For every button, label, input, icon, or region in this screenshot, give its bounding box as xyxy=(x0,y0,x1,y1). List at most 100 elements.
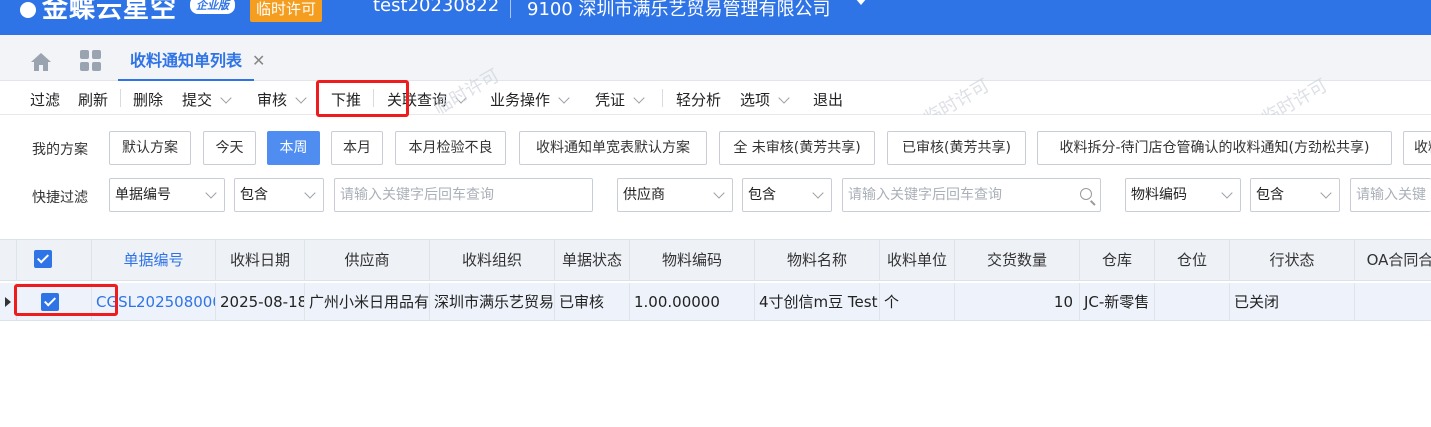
scheme-this-week[interactable]: 本周 xyxy=(267,131,320,165)
chevron-down-icon xyxy=(1320,187,1332,199)
cell-warehouse: JC-新零售 xyxy=(1080,283,1155,320)
select-all-checkbox[interactable] xyxy=(34,250,52,268)
logo-icon xyxy=(20,1,36,18)
column-header-warehouse[interactable]: 仓库 xyxy=(1080,240,1155,280)
cell-location xyxy=(1155,283,1230,320)
org-selector[interactable]: 9100 深圳市满乐艺贸易管理有限公司 xyxy=(527,0,831,21)
grid-header: 单据编号 收料日期 供应商 收料组织 单据状态 物料编码 物料名称 收料单位 交… xyxy=(0,239,1431,281)
cell-material-name: 4寸创信m豆 Test xyxy=(755,283,880,320)
scheme-label: 我的方案 xyxy=(32,142,88,158)
cell-date: 2025-08-18 xyxy=(216,283,305,320)
row-checkbox-highlight xyxy=(14,284,118,316)
scheme-month-inspection-bad[interactable]: 本月检验不良 xyxy=(395,131,506,165)
audit-menu[interactable]: 审核 xyxy=(257,89,307,110)
chevron-down-icon xyxy=(713,187,725,199)
quick-field-select-2[interactable]: 供应商 xyxy=(617,178,733,212)
scheme-audited-shared[interactable]: 已审核(黄芳共享) xyxy=(887,131,1026,165)
select-value: 包含 xyxy=(748,187,776,203)
home-icon[interactable] xyxy=(30,52,52,72)
column-header-location[interactable]: 仓位 xyxy=(1155,240,1230,280)
cell-supplier: 广州小米日用品有 xyxy=(305,283,430,320)
chevron-down-icon xyxy=(220,92,232,104)
select-value: 包含 xyxy=(1256,187,1284,203)
options-menu[interactable]: 选项 xyxy=(740,89,790,110)
select-value: 物料编码 xyxy=(1131,187,1187,203)
business-ops-label: 业务操作 xyxy=(490,91,551,109)
business-ops-menu[interactable]: 业务操作 xyxy=(490,89,570,110)
tab-receipt-notice-list[interactable]: 收料通知单列表 xyxy=(118,47,255,81)
user-name[interactable]: test20230822 xyxy=(373,0,499,16)
exit-button[interactable]: 退出 xyxy=(813,89,843,110)
quick-field-select-3[interactable]: 物料编码 xyxy=(1125,178,1241,212)
license-badge[interactable]: 临时许可 xyxy=(250,0,323,22)
select-all-cell xyxy=(17,240,92,280)
quick-op-select-1[interactable]: 包含 xyxy=(234,178,324,212)
tab-bar: 收料通知单列表 ✕ xyxy=(0,35,1431,81)
header-divider xyxy=(510,0,511,18)
chevron-down-icon xyxy=(295,92,307,104)
column-header-org[interactable]: 收料组织 xyxy=(430,240,555,280)
quick-op-select-2[interactable]: 包含 xyxy=(742,178,832,212)
table-row[interactable]: CGSL202508000 2025-08-18 广州小米日用品有 深圳市满乐艺… xyxy=(0,283,1431,321)
scheme-wide-table-default[interactable]: 收料通知单宽表默认方案 xyxy=(519,131,707,165)
scheme-default[interactable]: 默认方案 xyxy=(109,131,191,165)
data-grid: 单据编号 收料日期 供应商 收料组织 单据状态 物料编码 物料名称 收料单位 交… xyxy=(0,233,1431,427)
cell-material-code: 1.00.00000 xyxy=(630,283,755,320)
voucher-label: 凭证 xyxy=(595,91,626,109)
column-header-status[interactable]: 单据状态 xyxy=(555,240,630,280)
chevron-down-icon xyxy=(1221,187,1233,199)
column-header-qty[interactable]: 交货数量 xyxy=(955,240,1080,280)
quick-keyword-input-1[interactable]: 请输入关键字后回车查询 xyxy=(334,178,593,212)
input-placeholder: 请输入关键字后回车查询 xyxy=(848,187,1002,203)
column-header-oa-contract[interactable]: OA合同合 xyxy=(1355,240,1431,280)
column-header-row-status[interactable]: 行状态 xyxy=(1230,240,1355,280)
scheme-receipt-split-shared[interactable]: 收料拆分-待门店仓管确认的收料通知(方劲松共享) xyxy=(1037,131,1392,165)
chevron-down-icon xyxy=(812,187,824,199)
scheme-today[interactable]: 今天 xyxy=(203,131,256,165)
submit-menu[interactable]: 提交 xyxy=(182,89,232,110)
cell-oa-contract xyxy=(1355,283,1431,320)
options-label: 选项 xyxy=(740,91,771,109)
chevron-down-icon xyxy=(778,92,790,104)
close-icon[interactable]: ✕ xyxy=(252,51,265,70)
filter-button[interactable]: 过滤 xyxy=(30,89,60,110)
chevron-down-icon xyxy=(633,92,645,104)
quick-keyword-input-3[interactable]: 请输入关键 xyxy=(1350,178,1431,212)
quick-field-select-1[interactable]: 单据编号 xyxy=(109,178,225,212)
current-row-arrow-icon xyxy=(5,297,11,307)
edition-badge: 企业版 xyxy=(190,0,235,14)
cell-qty: 10 xyxy=(955,283,1080,320)
apps-grid-icon[interactable] xyxy=(80,50,102,72)
cell-unit: 个 xyxy=(880,283,955,320)
quick-op-select-3[interactable]: 包含 xyxy=(1250,178,1340,212)
cell-org: 深圳市满乐艺贸易 xyxy=(430,283,555,320)
cell-row-status: 已关闭 xyxy=(1230,283,1355,320)
search-icon[interactable] xyxy=(1080,188,1092,200)
caret-down-icon[interactable] xyxy=(855,0,867,5)
cell-status: 已审核 xyxy=(555,283,630,320)
submit-label: 提交 xyxy=(182,91,213,109)
light-analysis-button[interactable]: 轻分析 xyxy=(676,89,721,110)
toolbar-divider xyxy=(120,89,121,107)
column-header-bill-no[interactable]: 单据编号 xyxy=(92,240,216,280)
column-header-material-name[interactable]: 物料名称 xyxy=(755,240,880,280)
column-header-date[interactable]: 收料日期 xyxy=(216,240,305,280)
quick-keyword-input-2[interactable]: 请输入关键字后回车查询 xyxy=(842,178,1101,212)
brand-name: 金蝶云星空 xyxy=(42,0,178,24)
row-indicator-header xyxy=(0,240,17,280)
delete-button[interactable]: 删除 xyxy=(133,89,163,110)
chevron-down-icon xyxy=(558,92,570,104)
voucher-menu[interactable]: 凭证 xyxy=(595,89,645,110)
brand-logo: 金蝶云星空 xyxy=(20,0,177,25)
column-header-supplier[interactable]: 供应商 xyxy=(305,240,430,280)
audit-label: 审核 xyxy=(257,91,288,109)
scheme-more[interactable]: 收料 xyxy=(1403,131,1431,165)
scheme-this-month[interactable]: 本月 xyxy=(331,131,383,165)
select-value: 单据编号 xyxy=(115,187,171,203)
chevron-down-icon xyxy=(455,92,467,104)
column-header-material-code[interactable]: 物料编码 xyxy=(630,240,755,280)
column-header-unit[interactable]: 收料单位 xyxy=(880,240,955,280)
refresh-button[interactable]: 刷新 xyxy=(78,89,108,110)
scheme-unaudited-shared[interactable]: 全 未审核(黄芳共享) xyxy=(719,131,875,165)
top-header: 金蝶云星空 企业版 临时许可 test20230822 9100 深圳市满乐艺贸… xyxy=(0,0,1431,35)
